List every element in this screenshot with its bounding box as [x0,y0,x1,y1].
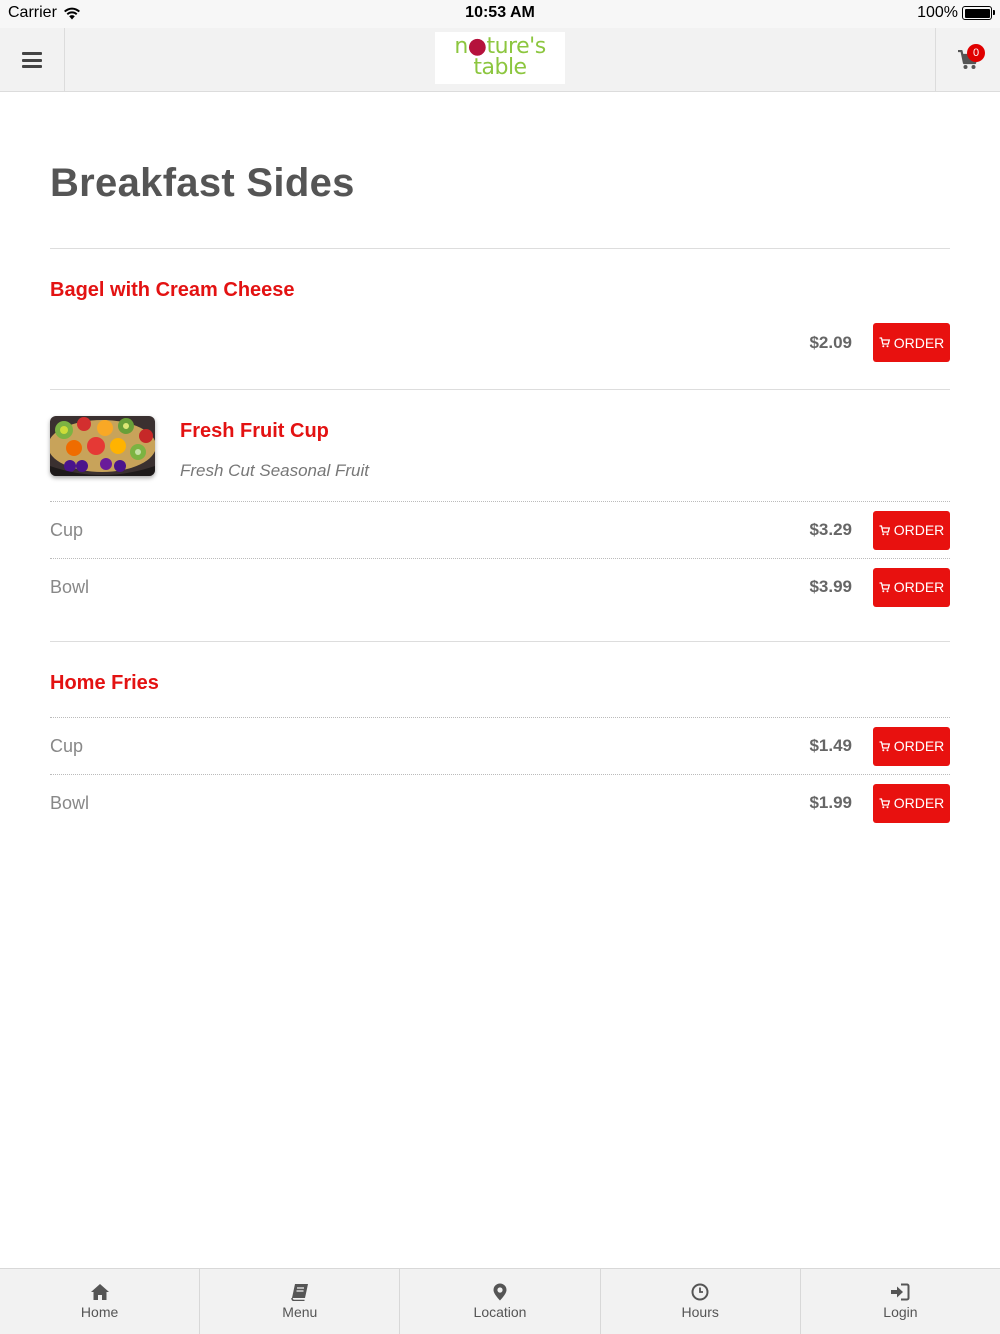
item-name: Home Fries [50,672,159,694]
natures-table-logo[interactable]: n●ture's table [435,32,565,84]
option-label: Bowl [50,576,90,597]
cart-icon [879,337,890,348]
menu-item-fresh-fruit-cup: Fresh Fruit Cup Fresh Cut Seasonal Fruit… [50,389,950,641]
cart-icon [879,524,890,535]
option-price: $1.99 [809,793,852,812]
option-price: $3.29 [809,520,852,539]
cart-count-badge: 0 [967,44,985,62]
battery-icon [962,6,995,20]
option-row-bowl: Bowl $3.99 ORDER [50,558,950,615]
status-time: 10:53 AM [465,4,535,21]
option-row-bowl: Bowl $1.99 ORDER [50,774,950,831]
sign-in-icon [891,1283,910,1301]
item-description: Fresh Cut Seasonal Fruit [180,461,369,480]
menu-item-home-fries: Home Fries Cup $1.49 ORDER Bowl $1.99 OR… [50,641,950,831]
app-header: n●ture's table 0 [0,28,1000,92]
option-label: Cup [50,735,84,756]
battery-indicator: 100% [917,4,995,22]
battery-percent: 100% [917,4,958,21]
option-price: $1.49 [809,736,852,755]
cart-icon [879,740,890,751]
order-button[interactable]: ORDER [873,510,950,550]
cart-icon [879,797,890,808]
tab-home[interactable]: Home [0,1269,201,1334]
option-price: $3.99 [809,577,852,596]
fruit-cup-thumbnail [50,416,155,476]
menu-item-bagel: Bagel with Cream Cheese $2.09 ORDER [50,248,950,389]
bottom-tab-bar: Home Menu Location Hours Login [0,1268,1000,1334]
tab-location[interactable]: Location [400,1269,601,1334]
item-name: Bagel with Cream Cheese [50,279,295,301]
order-button[interactable]: ORDER [873,783,950,823]
tab-hours[interactable]: Hours [601,1269,801,1334]
book-icon [291,1284,308,1301]
option-row-cup: Cup $3.29 ORDER [50,501,950,558]
order-button[interactable]: ORDER [873,567,950,607]
item-price: $2.09 [809,332,852,352]
menu-button[interactable] [0,28,65,92]
item-name: Fresh Fruit Cup [180,420,329,442]
tab-menu[interactable]: Menu [200,1269,401,1334]
tab-login[interactable]: Login [801,1269,1000,1334]
map-pin-icon [493,1283,507,1301]
cart-button[interactable]: 0 [935,28,1000,92]
cart-icon [879,581,890,592]
status-bar: Carrier 10:53 AM 100% [0,0,1000,28]
option-row-cup: Cup $1.49 ORDER [50,717,950,774]
order-button[interactable]: ORDER [873,726,950,766]
menu-content: Breakfast Sides Bagel with Cream Cheese … [50,92,950,831]
home-icon [90,1284,109,1300]
hamburger-icon [22,52,42,68]
clock-icon [691,1283,709,1301]
page-title: Breakfast Sides [50,161,355,205]
option-label: Cup [50,519,84,540]
order-button[interactable]: ORDER [873,323,950,362]
option-label: Bowl [50,792,90,813]
